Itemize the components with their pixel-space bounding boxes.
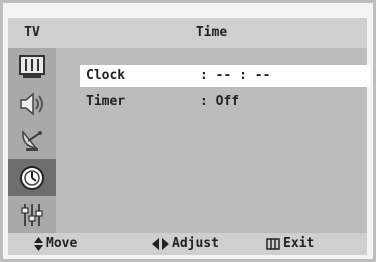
hint-move-label: Move <box>46 236 78 251</box>
hint-adjust: Adjust <box>152 233 219 255</box>
sidebar-item-channel[interactable] <box>8 122 56 159</box>
menu-item-timer[interactable]: Timer : Off <box>80 91 370 113</box>
tv-label: TV <box>8 18 56 48</box>
up-down-arrow-icon <box>34 237 43 251</box>
clock-icon <box>20 165 44 190</box>
menu-item-label: Clock <box>86 68 126 83</box>
menu-header: TV Time <box>8 18 367 48</box>
page-title: Time <box>56 18 367 48</box>
menu-item-clock[interactable]: Clock : -- : -- <box>80 65 370 87</box>
osd-menu: TV Time Clock: --: -- Timer: Off Move… <box>8 18 370 255</box>
menu-content: Clock : -- : -- Timer : Off <box>56 48 370 233</box>
tv-frame: TV Time Clock: --: -- Timer: Off Move… <box>0 0 376 262</box>
menu-item-value: : Off <box>200 94 240 109</box>
hint-adjust-label: Adjust <box>172 236 219 251</box>
left-right-arrow-icon <box>152 238 169 250</box>
picture-icon <box>19 54 45 78</box>
setup-icon <box>21 203 43 226</box>
hint-exit: Exit <box>266 233 314 255</box>
sidebar-item-setup[interactable] <box>8 196 56 233</box>
sidebar-item-sound[interactable] <box>8 85 56 122</box>
sound-icon <box>20 91 43 116</box>
sidebar <box>8 48 56 233</box>
sidebar-item-time[interactable] <box>8 159 56 196</box>
menu-item-label: Timer <box>86 94 126 109</box>
hint-exit-label: Exit <box>283 236 315 251</box>
sidebar-item-picture[interactable] <box>8 48 56 85</box>
menu-icon <box>266 238 280 250</box>
footer-hints: Move Adjust Exit <box>8 233 367 255</box>
channel-icon <box>22 129 42 151</box>
hint-move: Move <box>34 233 77 255</box>
menu-item-value: : -- : -- <box>200 68 271 83</box>
